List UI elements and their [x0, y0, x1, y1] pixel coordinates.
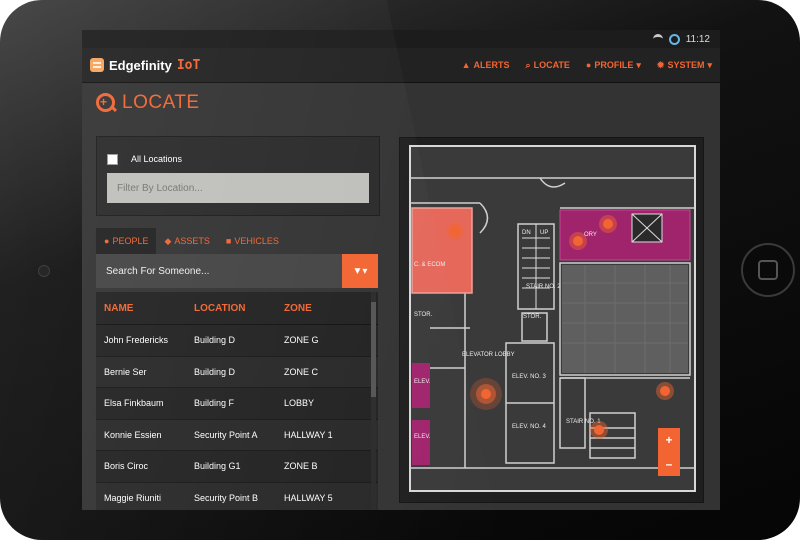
- map-label-dn: DN: [522, 230, 531, 236]
- tab-vehicles-label: VEHICLES: [234, 236, 279, 246]
- map-label-up: UP: [540, 230, 548, 236]
- filter-icon: ▼▾: [352, 265, 368, 277]
- scrollbar-thumb[interactable]: [371, 302, 376, 397]
- sync-icon: [668, 33, 680, 45]
- cell-name: John Fredericks: [104, 335, 169, 346]
- table-row[interactable]: John Fredericks Building D ZONE G: [96, 325, 378, 357]
- map-label-elev-b: ELEV.: [414, 434, 431, 440]
- wifi-icon: [652, 33, 663, 45]
- cell-location: Building F: [194, 398, 235, 409]
- people-table: NAME LOCATION ZONE John Fredericks Build…: [96, 292, 378, 510]
- brand-suffix: IoT: [176, 57, 201, 73]
- map-label-stor-2: STOR.: [523, 314, 542, 320]
- cell-zone: HALLWAY 5: [284, 492, 333, 503]
- caret-down-icon: ▾: [636, 59, 641, 70]
- status-time: 11:12: [685, 33, 710, 45]
- location-filter-panel: All Locations: [96, 136, 380, 216]
- user-icon: ●: [104, 236, 110, 246]
- nav-alerts[interactable]: ▲ ALERTS: [462, 60, 510, 71]
- map-label-elev-a: ELEV.: [414, 379, 431, 385]
- table-body: John Fredericks Building D ZONE G Bernie…: [96, 325, 378, 510]
- map-label-stair-2: STAIR NO. 2: [526, 284, 561, 290]
- cell-location: Security Point B: [194, 492, 259, 503]
- cell-name: Elsa Finkbaum: [104, 398, 164, 409]
- table-row[interactable]: Elsa Finkbaum Building F LOBBY: [96, 388, 378, 420]
- truck-icon: ■: [225, 236, 232, 246]
- tab-people-label: PEOPLE: [112, 236, 149, 246]
- brand[interactable]: Edgefinity IoT: [90, 58, 200, 73]
- zoom-in-button[interactable]: +: [665, 434, 672, 446]
- cell-zone: ZONE C: [284, 366, 319, 377]
- people-search-input[interactable]: [96, 254, 342, 288]
- cell-zone: HALLWAY 1: [284, 429, 333, 440]
- cell-zone: ZONE B: [284, 461, 318, 472]
- col-name-header[interactable]: NAME: [96, 303, 194, 314]
- caret-down-icon: ▾: [707, 59, 712, 70]
- cell-location: Building G1: [194, 461, 241, 472]
- table-row[interactable]: Maggie Riuniti Security Point B HALLWAY …: [96, 482, 378, 510]
- filter-button[interactable]: ▼▾: [342, 254, 378, 288]
- warning-icon: ▲: [461, 60, 471, 70]
- nav-locate[interactable]: ⌕ LOCATE: [526, 60, 570, 71]
- map-label-elev-3: ELEV. NO. 3: [512, 374, 546, 380]
- map-zoom-control: + –: [658, 428, 680, 476]
- tab-vehicles[interactable]: ■ VEHICLES: [218, 228, 287, 254]
- nav-system[interactable]: ✹ SYSTEM ▾: [657, 60, 712, 71]
- cell-zone: LOBBY: [284, 398, 315, 409]
- nav-menu: ▲ ALERTS ⌕ LOCATE ● PROFILE ▾ ✹ SYSTEM ▾: [462, 60, 712, 71]
- nav-system-label: SYSTEM: [667, 60, 705, 70]
- tab-assets-label: ASSETS: [174, 236, 210, 246]
- tab-people[interactable]: ● PEOPLE: [96, 228, 157, 254]
- cell-name: Maggie Riuniti: [104, 492, 162, 503]
- table-header: NAME LOCATION ZONE: [96, 292, 378, 325]
- app-screen: 11:12 Edgefinity IoT ▲ ALERTS ⌕ LOCATE ●: [82, 30, 720, 510]
- search-icon: ⌕: [525, 59, 531, 70]
- all-locations-label: All Locations: [131, 154, 183, 164]
- map-label-elev-4: ELEV. NO. 4: [512, 424, 546, 430]
- front-camera: [38, 265, 50, 277]
- user-icon: ●: [585, 60, 592, 70]
- category-tabs: ● PEOPLE ◆ ASSETS ■ VEHICLES: [96, 228, 287, 254]
- map-label-elevator-lobby: ELEVATOR LOBBY: [462, 352, 515, 358]
- cube-icon: ◆: [164, 235, 172, 246]
- nav-profile-label: PROFILE: [594, 60, 634, 70]
- location-filter-input[interactable]: [107, 173, 369, 203]
- top-navbar: Edgefinity IoT ▲ ALERTS ⌕ LOCATE ● PROFI…: [82, 48, 720, 83]
- cell-location: Building D: [194, 366, 236, 377]
- gear-icon: ✹: [656, 59, 665, 70]
- map-label-stor-1: STOR.: [414, 312, 433, 318]
- table-row[interactable]: Boris Ciroc Building G1 ZONE B: [96, 451, 378, 483]
- all-locations-checkbox[interactable]: [107, 154, 118, 165]
- status-bar: 11:12: [82, 30, 720, 48]
- table-row[interactable]: Bernie Ser Building D ZONE C: [96, 356, 378, 388]
- cell-location: Building D: [194, 335, 236, 346]
- nav-locate-label: LOCATE: [533, 60, 570, 70]
- table-scrollbar[interactable]: [371, 292, 376, 510]
- cell-name: Konnie Essien: [104, 429, 162, 440]
- page-title: + LOCATE: [96, 92, 200, 114]
- table-row[interactable]: Konnie Essien Security Point A HALLWAY 1: [96, 419, 378, 451]
- zoom-in-icon: +: [96, 93, 118, 113]
- brand-name: Edgefinity: [109, 57, 172, 73]
- cell-zone: ZONE G: [284, 335, 319, 346]
- page-title-text: LOCATE: [122, 92, 200, 113]
- map-label-ecom: C. & ECOM: [414, 262, 445, 268]
- zoom-out-button[interactable]: –: [666, 458, 673, 470]
- cell-name: Bernie Ser: [104, 366, 147, 377]
- people-search-bar: ▼▾: [96, 254, 378, 288]
- nav-alerts-label: ALERTS: [473, 60, 510, 70]
- cell-location: Security Point A: [194, 429, 258, 440]
- brand-logo-icon: [90, 58, 104, 72]
- col-zone-header[interactable]: ZONE: [284, 303, 374, 314]
- tablet-frame: 11:12 Edgefinity IoT ▲ ALERTS ⌕ LOCATE ●: [0, 0, 800, 540]
- nav-profile[interactable]: ● PROFILE ▾: [586, 60, 641, 71]
- col-location-header[interactable]: LOCATION: [194, 303, 284, 314]
- cell-name: Boris Ciroc: [104, 461, 149, 472]
- home-button[interactable]: [741, 243, 795, 297]
- tab-assets[interactable]: ◆ ASSETS: [156, 228, 217, 254]
